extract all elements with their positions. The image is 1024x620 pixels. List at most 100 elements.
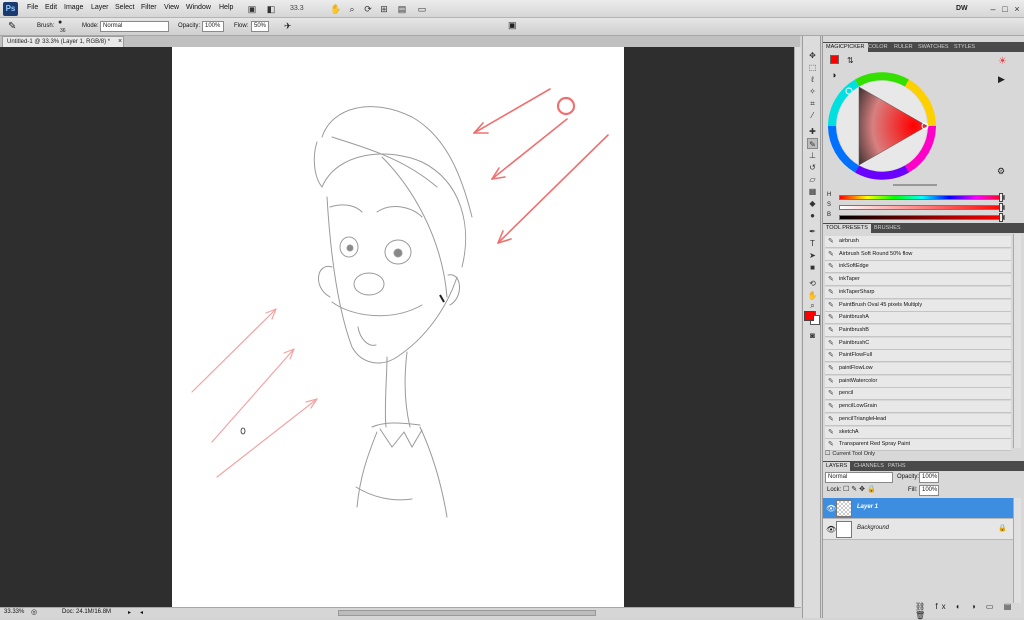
workspace-switcher[interactable]: DW [956,3,984,15]
menu-edit[interactable]: Edit [45,4,57,11]
vertical-scrollbar[interactable] [794,47,801,607]
layer-opacity-field[interactable]: 100% [919,472,939,483]
quick-mask-icon[interactable]: ◙ [807,330,818,341]
preset-item[interactable]: ✎ paintWatercolor [825,375,1011,388]
preset-item[interactable]: ✎ PaintFlowFull [825,350,1011,363]
tab-ruler[interactable]: Ruler [891,43,916,52]
status-menu-icon[interactable]: ▸ [128,609,131,616]
close-icon[interactable]: × [1010,2,1024,16]
crop-tool-icon[interactable]: ⌗ [807,98,818,109]
current-color-chip[interactable] [830,55,839,64]
menu-window[interactable]: Window [186,4,211,11]
foreground-color-chip[interactable] [804,311,814,321]
preset-item[interactable]: ✎ sketchA [825,426,1011,439]
brush-preset-icon[interactable]: ● [58,19,62,26]
lasso-tool-icon[interactable]: ℓ [807,74,818,85]
grid-icon[interactable]: ⊞ [378,3,390,15]
lock-icons[interactable]: ☐✎✥🔒 [843,485,878,493]
bridge-icon[interactable]: ▣ [246,3,258,15]
brightness-thumb[interactable] [999,213,1004,222]
settings-icon[interactable]: ⚙ [997,166,1005,177]
tab-layers[interactable]: Layers [823,462,851,471]
brush-tool-icon[interactable]: ✎ [8,21,16,32]
info-icon[interactable]: ◎ [31,608,37,616]
airbrush-icon[interactable]: ✈ [284,21,292,32]
menu-view[interactable]: View [164,4,179,11]
tab-swatches[interactable]: Swatches [915,43,952,52]
saturation-thumb[interactable] [999,203,1004,212]
tab-channels[interactable]: Channels [851,462,887,471]
preset-item[interactable]: ✎ pencilLowGrain [825,401,1011,414]
3d-rotate-tool-icon[interactable]: ⟲ [807,278,818,289]
dodge-tool-icon[interactable]: ● [807,210,818,221]
zoom-tool-icon[interactable]: ⌕ [807,300,818,311]
menu-help[interactable]: Help [219,4,233,11]
opacity-field[interactable]: 100% [202,21,224,32]
horizontal-scrollbar-thumb[interactable] [338,610,596,616]
canvas[interactable] [172,47,624,607]
preset-item[interactable]: ✎ PaintbrushB [825,324,1011,337]
play-icon[interactable]: ▶ [998,74,1005,85]
pen-tool-icon[interactable]: ✒ [807,226,818,237]
menu-file[interactable]: File [27,4,38,11]
gradient-tool-icon[interactable]: ▦ [807,186,818,197]
preset-item[interactable]: ✎ PaintbrushC [825,337,1011,350]
layers-scrollbar[interactable] [1013,498,1021,603]
eraser-tool-icon[interactable]: ▱ [807,174,818,185]
visibility-eye-icon[interactable]: 👁 [826,504,836,513]
blur-tool-icon[interactable]: ◆ [807,198,818,209]
menu-filter[interactable]: Filter [141,4,157,11]
tab-color[interactable]: Color [865,43,891,52]
tab-styles[interactable]: Styles [951,43,978,52]
screen-mode-icon[interactable]: ▭ [416,3,428,15]
color-wheel[interactable] [827,71,937,181]
menu-layer[interactable]: Layer [91,4,109,11]
menu-select[interactable]: Select [115,4,134,11]
arrange-documents-icon[interactable]: ▤ [396,3,408,15]
preset-item[interactable]: ✎ PaintbrushA [825,312,1011,325]
tab-brushes[interactable]: Brushes [871,224,904,233]
preset-item[interactable]: ✎ paintFlowLow [825,363,1011,375]
fill-field[interactable]: 100% [919,485,939,496]
path-selection-tool-icon[interactable]: ➤ [807,250,818,261]
history-brush-tool-icon[interactable]: ↺ [807,162,818,173]
brush-tool-icon[interactable]: ✎ [807,138,818,149]
zoom-field[interactable]: 33.3 [290,3,318,15]
clone-stamp-tool-icon[interactable]: ⊥ [807,150,818,161]
menu-image[interactable]: Image [64,4,83,11]
mini-bridge-icon[interactable]: ◧ [265,3,277,15]
marquee-tool-icon[interactable]: ⬚ [807,62,818,73]
layer-row-background[interactable]: 👁 Background 🔒 [823,519,1013,540]
preset-item[interactable]: ✎ pencilTriangleHead [825,413,1011,426]
eyedropper-tool-icon[interactable]: ⁄ [807,110,818,121]
tab-tool-presets[interactable]: Tool Presets [823,224,871,233]
tab-magicpicker[interactable]: MagicPicker [823,43,868,52]
preset-item[interactable]: ✎ pencil [825,388,1011,401]
shape-tool-icon[interactable]: ■ [807,262,818,273]
move-tool-icon[interactable]: ✥ [807,50,818,61]
presets-scrollbar[interactable] [1013,234,1021,448]
visibility-eye-icon[interactable]: 👁 [826,525,836,534]
sun-icon[interactable]: ☀ [998,56,1007,67]
preset-item[interactable]: ✎ inkTaper [825,274,1011,287]
flow-field[interactable]: 50% [251,21,269,32]
preset-item[interactable]: ✎ PaintBrush Oval 45 pixels Multiply [825,299,1011,312]
zoom-tool-icon[interactable]: ⌕ [346,3,358,15]
layer-bottom-icons[interactable]: ⛓ fx ◐ ◑ ▭ ▤ 🗑 [915,602,1024,620]
swap-color-icon[interactable]: ⇅ [847,56,854,65]
scroll-left-icon[interactable]: ◂ [140,609,143,616]
preset-item[interactable]: ✎ Airbrush Soft Round 50% flow [825,248,1011,261]
zoom-status[interactable]: 33.33% [4,609,24,615]
layer-row-layer-1[interactable]: 👁 Layer 1 [823,498,1013,519]
hand-tool-icon[interactable]: ✋ [330,3,342,15]
type-tool-icon[interactable]: T [807,238,818,249]
blend-mode-select[interactable]: Normal [825,472,893,483]
healing-brush-tool-icon[interactable]: ✚ [807,126,818,137]
current-tool-only-checkbox[interactable]: ☐ Current Tool Only [825,450,905,459]
preset-item[interactable]: ✎ airbrush [825,236,1011,248]
rotate-view-icon[interactable]: ⟳ [362,3,374,15]
tab-paths[interactable]: Paths [885,462,909,471]
document-tab[interactable]: Untitled-1 @ 33.3% (Layer 1, RGB/8) * × [2,36,124,47]
mode-select[interactable]: Normal [100,21,169,32]
hue-thumb[interactable] [999,193,1004,202]
